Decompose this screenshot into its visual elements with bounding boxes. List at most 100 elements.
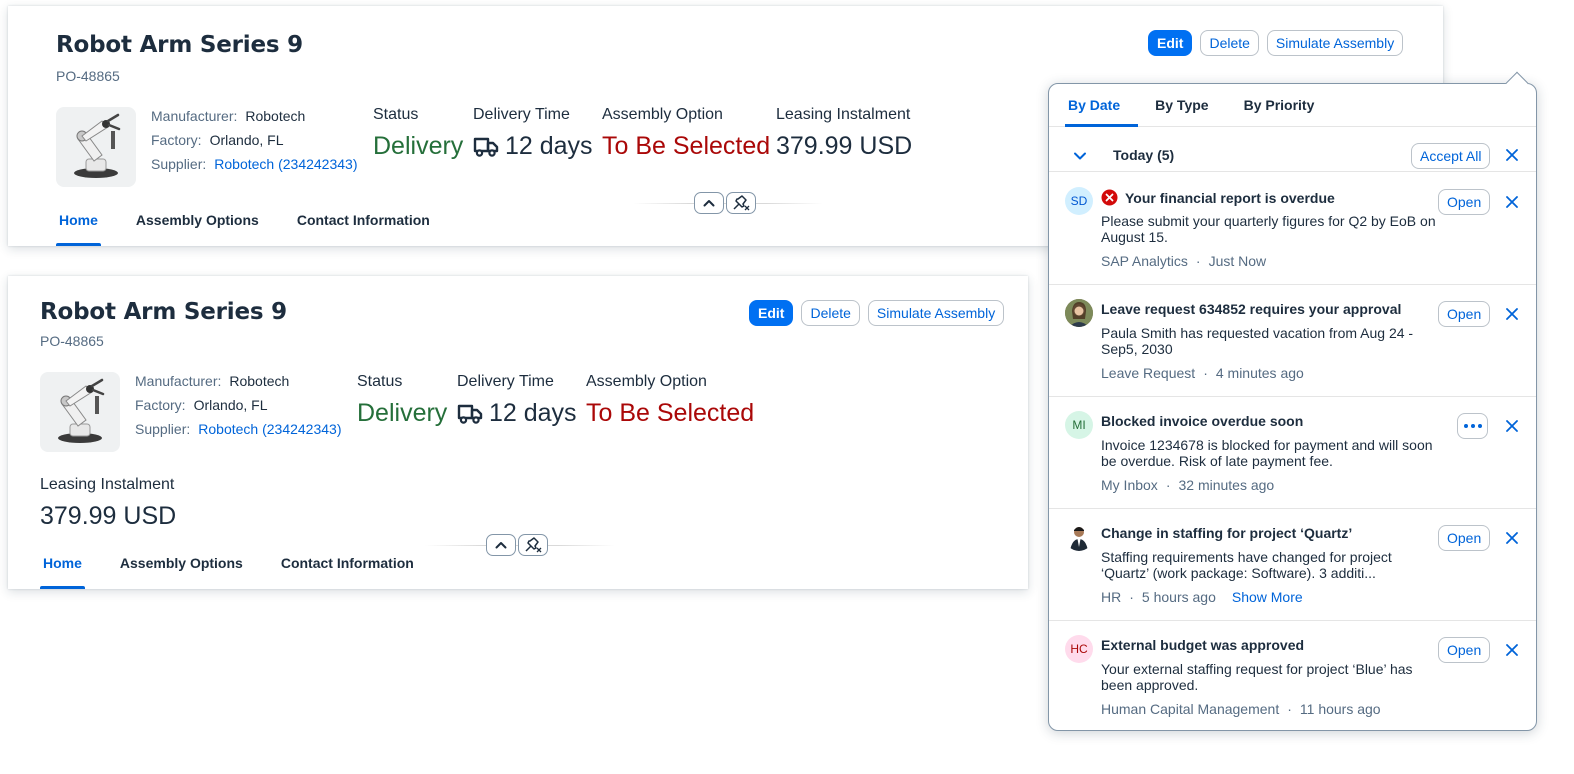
group-title: Today (5)	[1113, 147, 1175, 163]
supplier-link[interactable]: Robotech (234242343)	[198, 421, 341, 437]
person-photo-icon	[1065, 523, 1093, 551]
close-icon[interactable]	[1502, 416, 1522, 436]
tab-home[interactable]: Home	[24, 545, 101, 589]
notification-group-header: Today (5) Accept All	[1049, 140, 1536, 172]
simulate-assembly-button[interactable]: Simulate Assembly	[1266, 30, 1404, 56]
open-button[interactable]: Open	[1438, 301, 1491, 327]
notification-item[interactable]: Leave request 634852 requires your appro…	[1049, 285, 1536, 397]
delivery-time-kpi: Delivery Time 12 days	[457, 373, 577, 428]
truck-icon	[457, 404, 483, 424]
notification-time: 32 minutes ago	[1178, 477, 1275, 493]
notification-source: SAP Analytics	[1101, 253, 1188, 269]
tab-assembly-options[interactable]: Assembly Options	[101, 545, 262, 589]
supplier-link[interactable]: Robotech (234242343)	[214, 156, 357, 172]
open-button[interactable]: Open	[1438, 637, 1491, 663]
leasing-instalment-label: Leasing Instalment	[776, 106, 911, 123]
supplier-label: Supplier:	[151, 156, 207, 172]
collapse-header-button[interactable]	[486, 534, 516, 556]
notification-footer: SAP Analytics · Just Now	[1101, 253, 1267, 269]
tab-contact-information[interactable]: Contact Information	[278, 202, 449, 246]
avatar	[1065, 523, 1093, 551]
robot-arm-image	[58, 378, 105, 443]
notification-footer: Leave Request · 4 minutes ago	[1101, 365, 1304, 381]
status-kpi: Status Delivery	[373, 106, 463, 161]
notification-title: Leave request 634852 requires your appro…	[1101, 301, 1402, 317]
object-page-header-compact: Robot Arm Series 9 PO-48865 Edit Delete …	[8, 276, 1028, 589]
page-subtitle: PO-48865	[40, 333, 104, 349]
tab-by-priority[interactable]: By Priority	[1241, 84, 1333, 126]
accept-all-button[interactable]: Accept All	[1411, 143, 1491, 169]
tab-by-type[interactable]: By Type	[1152, 84, 1226, 126]
delete-button[interactable]: Delete	[801, 300, 860, 326]
leasing-instalment-kpi: Leasing Instalment 379.99 USD	[40, 476, 176, 531]
page-title: Robot Arm Series 9	[40, 299, 287, 325]
status-label: Status	[373, 106, 419, 123]
notification-item[interactable]: HC External budget was approved Your ext…	[1049, 621, 1536, 733]
close-icon[interactable]	[1502, 304, 1522, 324]
header-collapser	[633, 192, 823, 216]
notification-title: Blocked invoice overdue soon	[1101, 413, 1304, 429]
delivery-time-value: 12 days	[505, 132, 593, 160]
notification-time: Just Now	[1208, 253, 1267, 269]
notification-source: My Inbox	[1101, 477, 1158, 493]
pin-header-button[interactable]	[518, 534, 548, 556]
delivery-time-label: Delivery Time	[473, 106, 570, 123]
notification-description: Please submit your quarterly figures for…	[1101, 213, 1436, 245]
notification-source: Leave Request	[1101, 365, 1196, 381]
close-icon[interactable]	[1502, 145, 1522, 165]
notification-description: Staffing requirements have changed for p…	[1101, 549, 1392, 581]
notification-description: Paula Smith has requested vacation from …	[1101, 325, 1414, 357]
notification-description: Invoice 1234678 is blocked for payment a…	[1101, 437, 1433, 469]
attribute-list: Manufacturer: Robotech Factory: Orlando, F…	[151, 104, 358, 176]
notification-description: Your external staffing request for proje…	[1101, 661, 1413, 693]
pin-header-button[interactable]	[726, 192, 756, 214]
chevron-down-icon[interactable]	[1073, 148, 1087, 166]
tab-by-date[interactable]: By Date	[1065, 84, 1139, 127]
product-image	[56, 107, 136, 187]
simulate-assembly-button[interactable]: Simulate Assembly	[867, 300, 1005, 326]
open-button[interactable]: Open	[1438, 189, 1491, 215]
leasing-instalment-value: 379.99 USD	[776, 132, 913, 160]
factory-value: Orlando, FL	[209, 132, 284, 148]
assembly-option-value: To Be Selected	[602, 132, 771, 160]
person-photo-icon	[1065, 299, 1093, 327]
notification-source: HR	[1101, 589, 1122, 605]
notification-item[interactable]: Change in staffing for project ‘Quartz’ …	[1049, 509, 1536, 621]
close-icon[interactable]	[1502, 192, 1522, 212]
page-title: Robot Arm Series 9	[56, 32, 303, 58]
status-value: Delivery	[357, 399, 448, 427]
tab-contact-information[interactable]: Contact Information	[262, 545, 433, 589]
overflow-menu-button[interactable]	[1457, 413, 1488, 439]
notification-source: Human Capital Management	[1101, 701, 1280, 717]
tab-home[interactable]: Home	[40, 202, 117, 246]
attribute-list: Manufacturer: Robotech Factory: Orlando, F…	[135, 369, 342, 441]
page-subtitle: PO-48865	[56, 68, 120, 84]
header-actions: Edit Delete Simulate Assembly	[1148, 30, 1404, 56]
delete-button[interactable]: Delete	[1200, 30, 1259, 56]
close-icon[interactable]	[1502, 528, 1522, 548]
edit-button[interactable]: Edit	[749, 300, 794, 326]
notification-title-row: Your financial report is overdue	[1101, 189, 1335, 206]
open-button[interactable]: Open	[1438, 525, 1491, 551]
product-image	[40, 372, 120, 452]
manufacturer-value: Robotech	[245, 108, 306, 124]
tab-assembly-options[interactable]: Assembly Options	[117, 202, 278, 246]
close-icon[interactable]	[1502, 640, 1522, 660]
avatar: MI	[1065, 411, 1093, 439]
edit-button[interactable]: Edit	[1148, 30, 1193, 56]
notification-time: 11 hours ago	[1299, 701, 1381, 717]
unpin-icon	[733, 195, 750, 211]
truck-icon	[473, 137, 499, 157]
assembly-option-kpi: Assembly Option To Be Selected	[602, 106, 770, 161]
leasing-instalment-label: Leasing Instalment	[40, 476, 175, 493]
assembly-option-label: Assembly Option	[602, 106, 723, 123]
show-more-link[interactable]: Show More	[1232, 589, 1303, 605]
unpin-icon	[525, 537, 542, 553]
header-actions: Edit Delete Simulate Assembly	[749, 300, 1005, 326]
notification-item[interactable]: SD Your financial report is overdue Plea…	[1049, 173, 1536, 285]
error-icon	[1101, 189, 1118, 206]
notification-title: Your financial report is overdue	[1125, 189, 1335, 206]
manufacturer-label: Manufacturer:	[151, 108, 238, 124]
avatar: SD	[1065, 187, 1093, 215]
collapse-header-button[interactable]	[694, 192, 724, 214]
